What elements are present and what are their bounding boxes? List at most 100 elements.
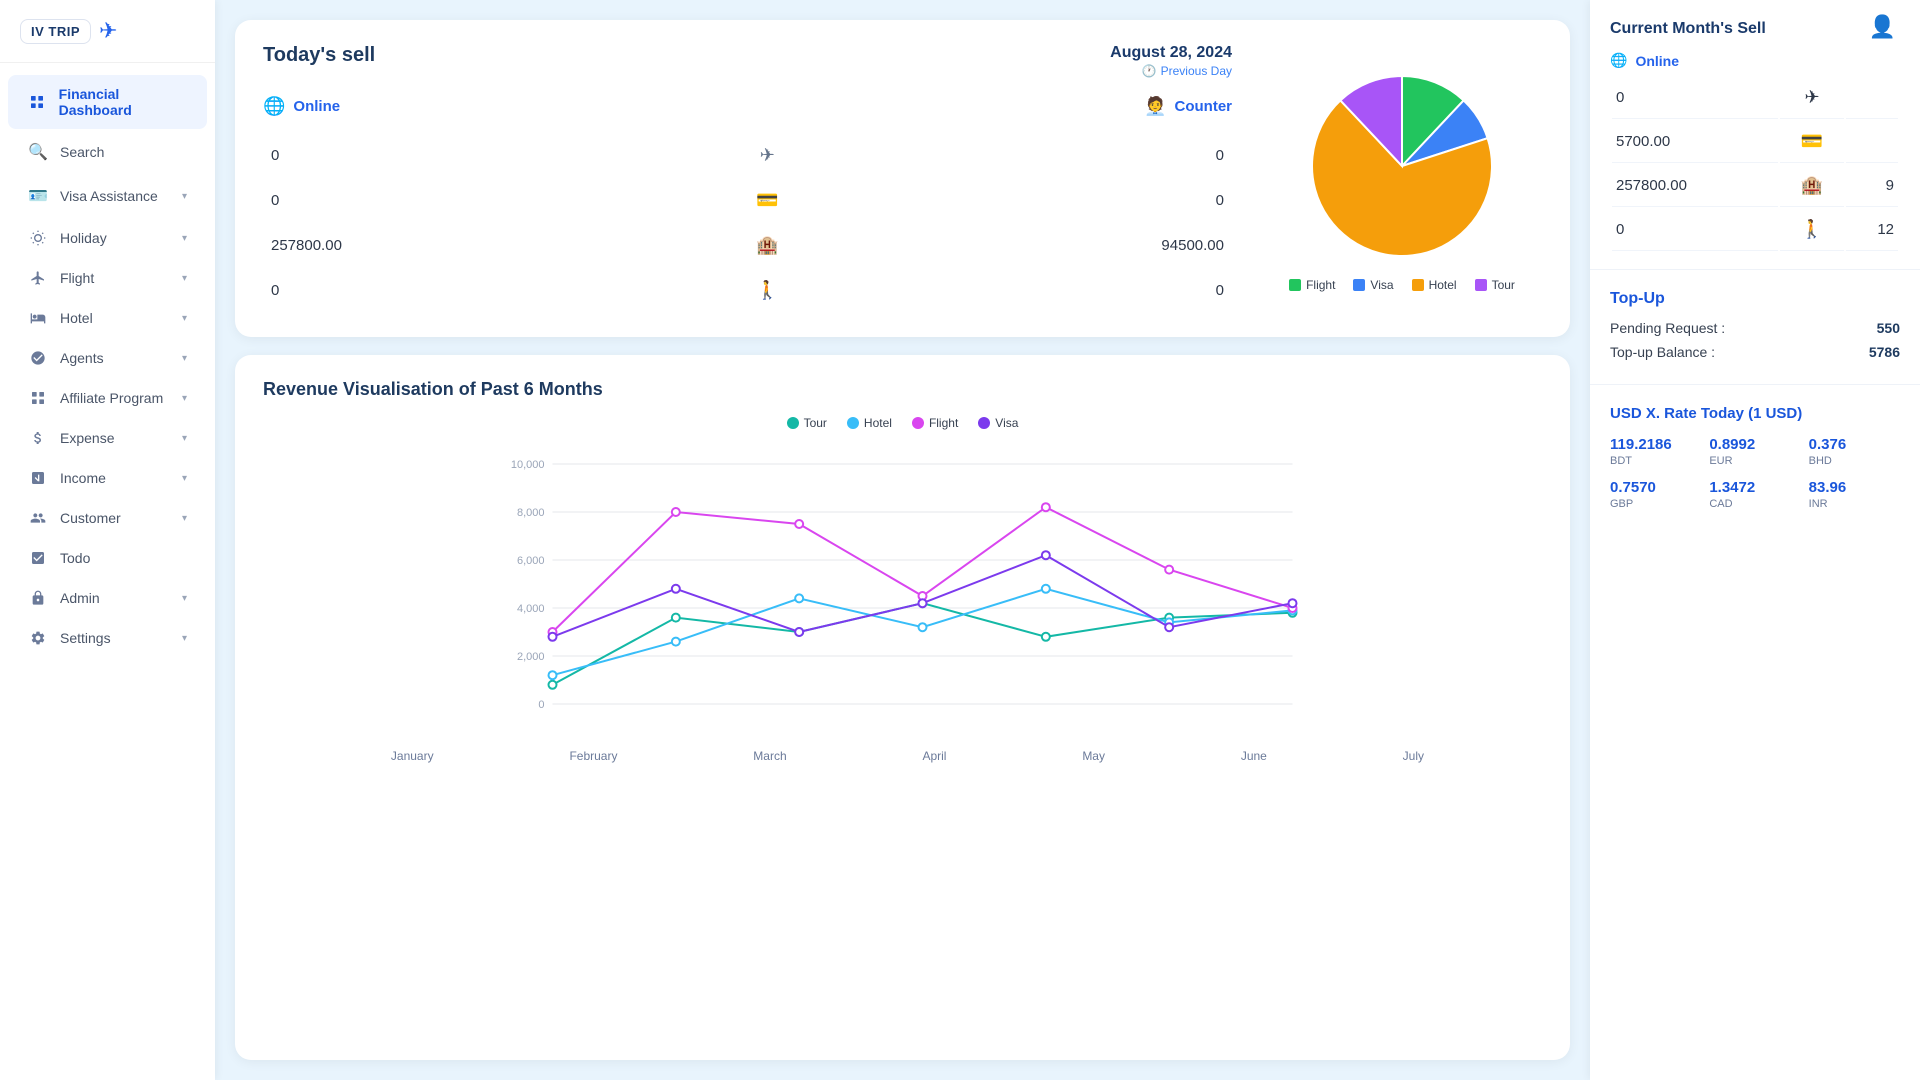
- sidebar-item-affiliate-program[interactable]: Affiliate Program ▾: [8, 379, 207, 417]
- nav-label-flight: Flight: [60, 270, 94, 286]
- usd-currency: GBP: [1610, 498, 1701, 510]
- todays-sell-title: Today's sell: [263, 44, 375, 67]
- dot-visa-2: [795, 628, 803, 636]
- sidebar-item-expense[interactable]: Expense ▾: [8, 419, 207, 457]
- pending-label: Pending Request :: [1610, 320, 1725, 336]
- nav-icon-holiday: [28, 230, 48, 246]
- month-label: February: [569, 749, 617, 763]
- nav-label-todo: Todo: [60, 550, 90, 566]
- nav-label-settings: Settings: [60, 630, 111, 646]
- logo-plane-icon: ✈: [99, 18, 117, 44]
- current-month-row: 5700.00 💳: [1612, 121, 1898, 163]
- sell-row: 257800.00 🏨 94500.00: [263, 223, 1232, 268]
- usd-value: 0.376: [1809, 436, 1900, 453]
- legend-item-tour: Tour: [1475, 278, 1515, 292]
- sell-counter-val: 0: [859, 178, 1232, 223]
- usd-rate-eur: 0.8992 EUR: [1709, 436, 1800, 467]
- right-panel: Current Month's Sell 🌐 Online 0 ✈ 5700.0…: [1590, 0, 1920, 1080]
- main-content: Today's sell August 28, 2024 🕐 Previous …: [215, 0, 1590, 1080]
- nav-icon-income: [28, 470, 48, 486]
- sidebar-item-agents[interactable]: Agents ▾: [8, 339, 207, 377]
- legend-item-hotel: Hotel: [1412, 278, 1457, 292]
- sidebar-item-settings[interactable]: Settings ▾: [8, 619, 207, 657]
- sell-row: 0 💳 0: [263, 178, 1232, 223]
- dot-tour-0: [549, 681, 557, 689]
- svg-text:10,000: 10,000: [511, 459, 545, 471]
- current-val: 5700.00: [1612, 121, 1778, 163]
- sidebar-nav: Financial Dashboard 🔍 Search 🪪 Visa Assi…: [0, 63, 215, 669]
- online-globe-icon-right: 🌐: [1610, 52, 1627, 69]
- revenue-card: Revenue Visualisation of Past 6 Months T…: [235, 355, 1570, 1060]
- month-label: June: [1241, 749, 1267, 763]
- dot-tour-1: [672, 614, 680, 622]
- dot-visa-5: [1165, 623, 1173, 631]
- clock-icon: 🕐: [1142, 64, 1157, 78]
- usd-currency: BHD: [1809, 455, 1900, 467]
- user-avatar[interactable]: 👤: [1869, 14, 1896, 40]
- nav-label-financial-dashboard: Financial Dashboard: [59, 86, 187, 118]
- current-month-title: Current Month's Sell: [1610, 20, 1900, 38]
- revenue-legend-visa: Visa: [978, 416, 1018, 430]
- usd-currency: CAD: [1709, 498, 1800, 510]
- usd-value: 1.3472: [1709, 479, 1800, 496]
- usd-section: USD X. Rate Today (1 USD) 119.2186 BDT 0…: [1590, 385, 1920, 526]
- dot-tour-4: [1042, 633, 1050, 641]
- sidebar-item-income[interactable]: Income ▾: [8, 459, 207, 497]
- sell-row: 0 🚶 0: [263, 268, 1232, 313]
- revenue-legend-hotel: Hotel: [847, 416, 892, 430]
- logo-text: IV TRIP: [20, 19, 91, 44]
- chevron-icon: ▾: [182, 513, 187, 524]
- sell-row-icon: 💳: [676, 178, 859, 223]
- sidebar-item-financial-dashboard[interactable]: Financial Dashboard: [8, 75, 207, 129]
- sidebar-item-visa-assistance[interactable]: 🪪 Visa Assistance ▾: [8, 175, 207, 217]
- revenue-chart-area: 02,0004,0006,0008,00010,000 JanuaryFebru…: [263, 444, 1542, 764]
- current-right-val: [1846, 77, 1898, 119]
- dot-flight-4: [1042, 503, 1050, 511]
- chevron-icon: ▾: [182, 393, 187, 404]
- chevron-icon: ▾: [182, 633, 187, 644]
- month-label: May: [1082, 749, 1105, 763]
- topup-title: Top-Up: [1610, 290, 1900, 308]
- month-label: March: [753, 749, 786, 763]
- sidebar-item-hotel[interactable]: Hotel ▾: [8, 299, 207, 337]
- sidebar-item-search[interactable]: 🔍 Search: [8, 131, 207, 173]
- svg-text:8,000: 8,000: [517, 507, 545, 519]
- sidebar-item-admin[interactable]: Admin ▾: [8, 579, 207, 617]
- sell-left: Today's sell August 28, 2024 🕐 Previous …: [263, 44, 1232, 313]
- dot-hotel-2: [795, 594, 803, 602]
- sell-online-val: 0: [263, 268, 676, 313]
- legend-item-flight: Flight: [1289, 278, 1335, 292]
- pie-chart-svg: [1302, 66, 1502, 266]
- sell-row-icon: 🚶: [676, 268, 859, 313]
- revenue-legend-flight: Flight: [912, 416, 958, 430]
- current-month-row: 0 🚶 12: [1612, 209, 1898, 251]
- current-icon: 🏨: [1780, 165, 1844, 207]
- current-icon: ✈: [1780, 77, 1844, 119]
- sidebar-item-customer[interactable]: Customer ▾: [8, 499, 207, 537]
- sidebar-item-todo[interactable]: Todo: [8, 539, 207, 577]
- usd-rate-gbp: 0.7570 GBP: [1610, 479, 1701, 510]
- line-chart-svg: 02,0004,0006,0008,00010,000: [263, 444, 1542, 744]
- usd-value: 0.8992: [1709, 436, 1800, 453]
- chevron-icon: ▾: [182, 233, 187, 244]
- chevron-icon: ▾: [182, 433, 187, 444]
- prev-day-button[interactable]: 🕐 Previous Day: [1110, 64, 1232, 78]
- sidebar-item-flight[interactable]: Flight ▾: [8, 259, 207, 297]
- usd-currency: INR: [1809, 498, 1900, 510]
- chart-legend: TourHotelFlightVisa: [263, 416, 1542, 430]
- sidebar-item-holiday[interactable]: Holiday ▾: [8, 219, 207, 257]
- dot-hotel-3: [919, 623, 927, 631]
- sidebar: IV TRIP ✈ Financial Dashboard 🔍 Search 🪪…: [0, 0, 215, 1080]
- sell-chart: FlightVisaHotelTour: [1262, 44, 1542, 313]
- sell-counter-val: 0: [859, 133, 1232, 178]
- usd-rate-cad: 1.3472 CAD: [1709, 479, 1800, 510]
- usd-value: 83.96: [1809, 479, 1900, 496]
- nav-label-expense: Expense: [60, 430, 114, 446]
- current-val: 257800.00: [1612, 165, 1778, 207]
- nav-icon-expense: [28, 430, 48, 446]
- nav-icon-visa-assistance: 🪪: [28, 186, 48, 206]
- usd-title: USD X. Rate Today (1 USD): [1610, 405, 1900, 422]
- balance-val: 5786: [1869, 344, 1900, 360]
- dot-hotel-4: [1042, 585, 1050, 593]
- sell-online-val: 257800.00: [263, 223, 676, 268]
